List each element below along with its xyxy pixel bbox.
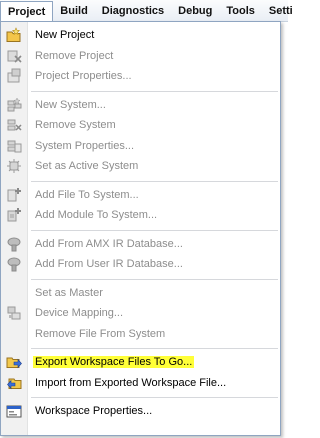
menu-item-label: Export Workspace Files To Go... [33,356,195,369]
menu-bar: Project Build Diagnostics Debug Tools Se… [0,0,293,22]
menu-item-export-workspace[interactable]: Export Workspace Files To Go... [1,352,280,373]
menu-item-set-as-master[interactable]: Set as Master [1,283,280,304]
project-dropdown-menu: New Project Remove Project Project Prope… [0,21,281,436]
menu-item-label: Remove File From System [35,327,166,340]
menu-item-label: New System... [35,98,106,111]
menu-item-import-workspace[interactable]: Import from Exported Workspace File... [1,373,280,394]
menu-item-label: Import from Exported Workspace File... [35,376,227,389]
menu-project[interactable]: Project [0,1,54,21]
menu-item-remove-file-from-system[interactable]: Remove File From System [1,324,280,345]
menu-item-label: Remove System [35,119,116,132]
active-system-icon [6,158,22,174]
menu-debug[interactable]: Debug [171,0,219,21]
menu-item-add-amx-ir[interactable]: Add From AMX IR Database... [1,234,280,255]
system-properties-icon [6,138,22,154]
workspace-properties-icon [6,403,22,419]
menu-separator [1,177,280,185]
menu-settings[interactable]: Setti [262,0,300,21]
menu-separator [1,344,280,352]
import-folder-icon [6,375,22,391]
menu-item-new-system[interactable]: New System... [1,95,280,116]
menu-separator [1,226,280,234]
menu-item-add-module[interactable]: Add Module To System... [1,205,280,226]
menu-separator [1,87,280,95]
menu-separator [1,393,280,401]
menu-item-set-active-system[interactable]: Set as Active System [1,156,280,177]
menu-build[interactable]: Build [53,0,95,21]
menu-item-label: Project Properties... [35,70,132,83]
amx-ir-database-icon [6,236,22,252]
menu-tools[interactable]: Tools [219,0,262,21]
project-properties-icon [6,68,22,84]
menu-item-remove-project[interactable]: Remove Project [1,46,280,67]
menu-item-label: Add From AMX IR Database... [35,237,183,250]
export-folder-icon [6,354,22,370]
menu-separator [1,275,280,283]
remove-system-icon [6,117,22,133]
menu-item-label: Add File To System... [35,188,139,201]
menu-item-remove-system[interactable]: Remove System [1,115,280,136]
menu-item-device-mapping[interactable]: Device Mapping... [1,303,280,324]
menu-item-label: Add From User IR Database... [35,258,183,271]
menu-item-add-file[interactable]: Add File To System... [1,185,280,206]
menu-item-label: Workspace Properties... [35,405,153,418]
menu-item-label: Device Mapping... [35,307,124,320]
add-module-icon [6,207,22,223]
menu-item-label: Set as Active System [35,160,139,173]
menu-item-project-properties[interactable]: Project Properties... [1,66,280,87]
menu-item-system-properties[interactable]: System Properties... [1,136,280,157]
new-project-icon [6,27,22,43]
menu-item-workspace-properties[interactable]: Workspace Properties... [1,401,280,422]
menu-item-label: Set as Master [35,286,103,299]
menu-item-new-project[interactable]: New Project [1,25,280,46]
menu-item-label: New Project [35,29,95,42]
menu-item-add-user-ir[interactable]: Add From User IR Database... [1,254,280,275]
new-system-icon [6,96,22,113]
menu-item-label: Add Module To System... [35,209,158,222]
menu-item-label: Remove Project [35,49,114,62]
menu-diagnostics[interactable]: Diagnostics [95,0,171,21]
user-ir-database-icon [6,256,22,272]
device-mapping-icon [6,305,22,321]
menu-item-label: System Properties... [35,139,135,152]
remove-project-icon [6,48,22,64]
add-file-icon [6,187,22,203]
